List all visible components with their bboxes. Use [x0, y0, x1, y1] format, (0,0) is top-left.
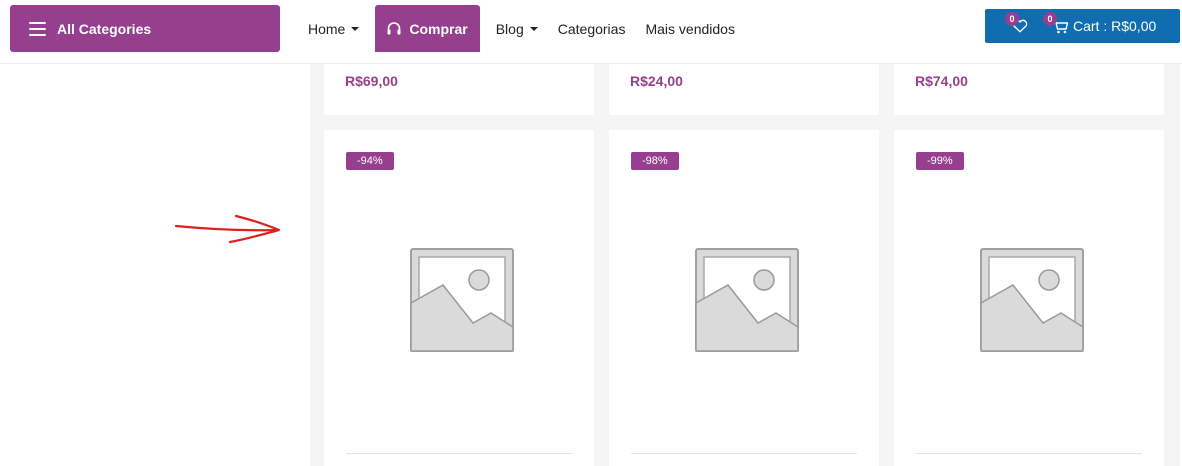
cart-count-badge: 0: [1043, 12, 1057, 26]
chevron-down-icon: [351, 27, 360, 31]
cart-bar: 0 0 Cart : R$0,00: [985, 9, 1180, 43]
wishlist-count-badge: 0: [1005, 12, 1019, 26]
cart-button[interactable]: 0 Cart : R$0,00: [1043, 12, 1157, 37]
cart-total-label: Cart : R$0,00: [1073, 18, 1157, 34]
card-divider: [346, 453, 572, 454]
headset-icon: [387, 21, 401, 34]
card-divider: [631, 453, 857, 454]
product-grid: R$69,00 R$24,00 R$74,00 -94% -98% -99%: [310, 64, 1180, 466]
nav-categorias-label: Categorias: [557, 20, 626, 37]
discount-badge: -94%: [346, 152, 394, 170]
site-header: All Categories Home Comprar Blog Categor…: [0, 0, 1182, 64]
nav-categorias[interactable]: Categorias: [548, 5, 636, 52]
product-card[interactable]: R$74,00: [894, 64, 1164, 115]
red-arrow-annotation: [174, 214, 281, 244]
placeholder-image-icon[interactable]: [979, 247, 1085, 353]
card-divider: [916, 453, 1142, 454]
product-price: R$69,00: [345, 73, 398, 89]
all-categories-label: All Categories: [57, 20, 152, 37]
placeholder-image-icon[interactable]: [409, 247, 515, 353]
chevron-down-icon: [529, 27, 538, 31]
nav-blog[interactable]: Blog: [486, 5, 548, 52]
nav-home-label: Home: [308, 20, 346, 37]
product-card[interactable]: R$69,00: [324, 64, 594, 115]
wishlist-button[interactable]: 0: [1005, 12, 1035, 37]
nav-home[interactable]: Home: [298, 5, 369, 52]
hamburger-icon: [29, 21, 46, 36]
discount-badge: -98%: [631, 152, 679, 170]
product-card[interactable]: -94%: [324, 130, 594, 466]
nav-mais-vendidos[interactable]: Mais vendidos: [635, 5, 745, 52]
all-categories-button[interactable]: All Categories: [10, 5, 280, 52]
nav-mais-vendidos-label: Mais vendidos: [645, 20, 735, 37]
placeholder-image-icon[interactable]: [694, 247, 800, 353]
product-price: R$74,00: [915, 73, 968, 89]
product-card[interactable]: R$24,00: [609, 64, 879, 115]
discount-badge: -99%: [916, 152, 964, 170]
main-nav: Home Comprar Blog Categorias Mais vendid…: [298, 5, 745, 52]
nav-comprar[interactable]: Comprar: [375, 5, 480, 52]
product-card[interactable]: -99%: [894, 130, 1164, 466]
nav-blog-label: Blog: [495, 20, 524, 37]
product-card[interactable]: -98%: [609, 130, 879, 466]
nav-comprar-label: Comprar: [409, 20, 468, 37]
product-price: R$24,00: [630, 73, 683, 89]
